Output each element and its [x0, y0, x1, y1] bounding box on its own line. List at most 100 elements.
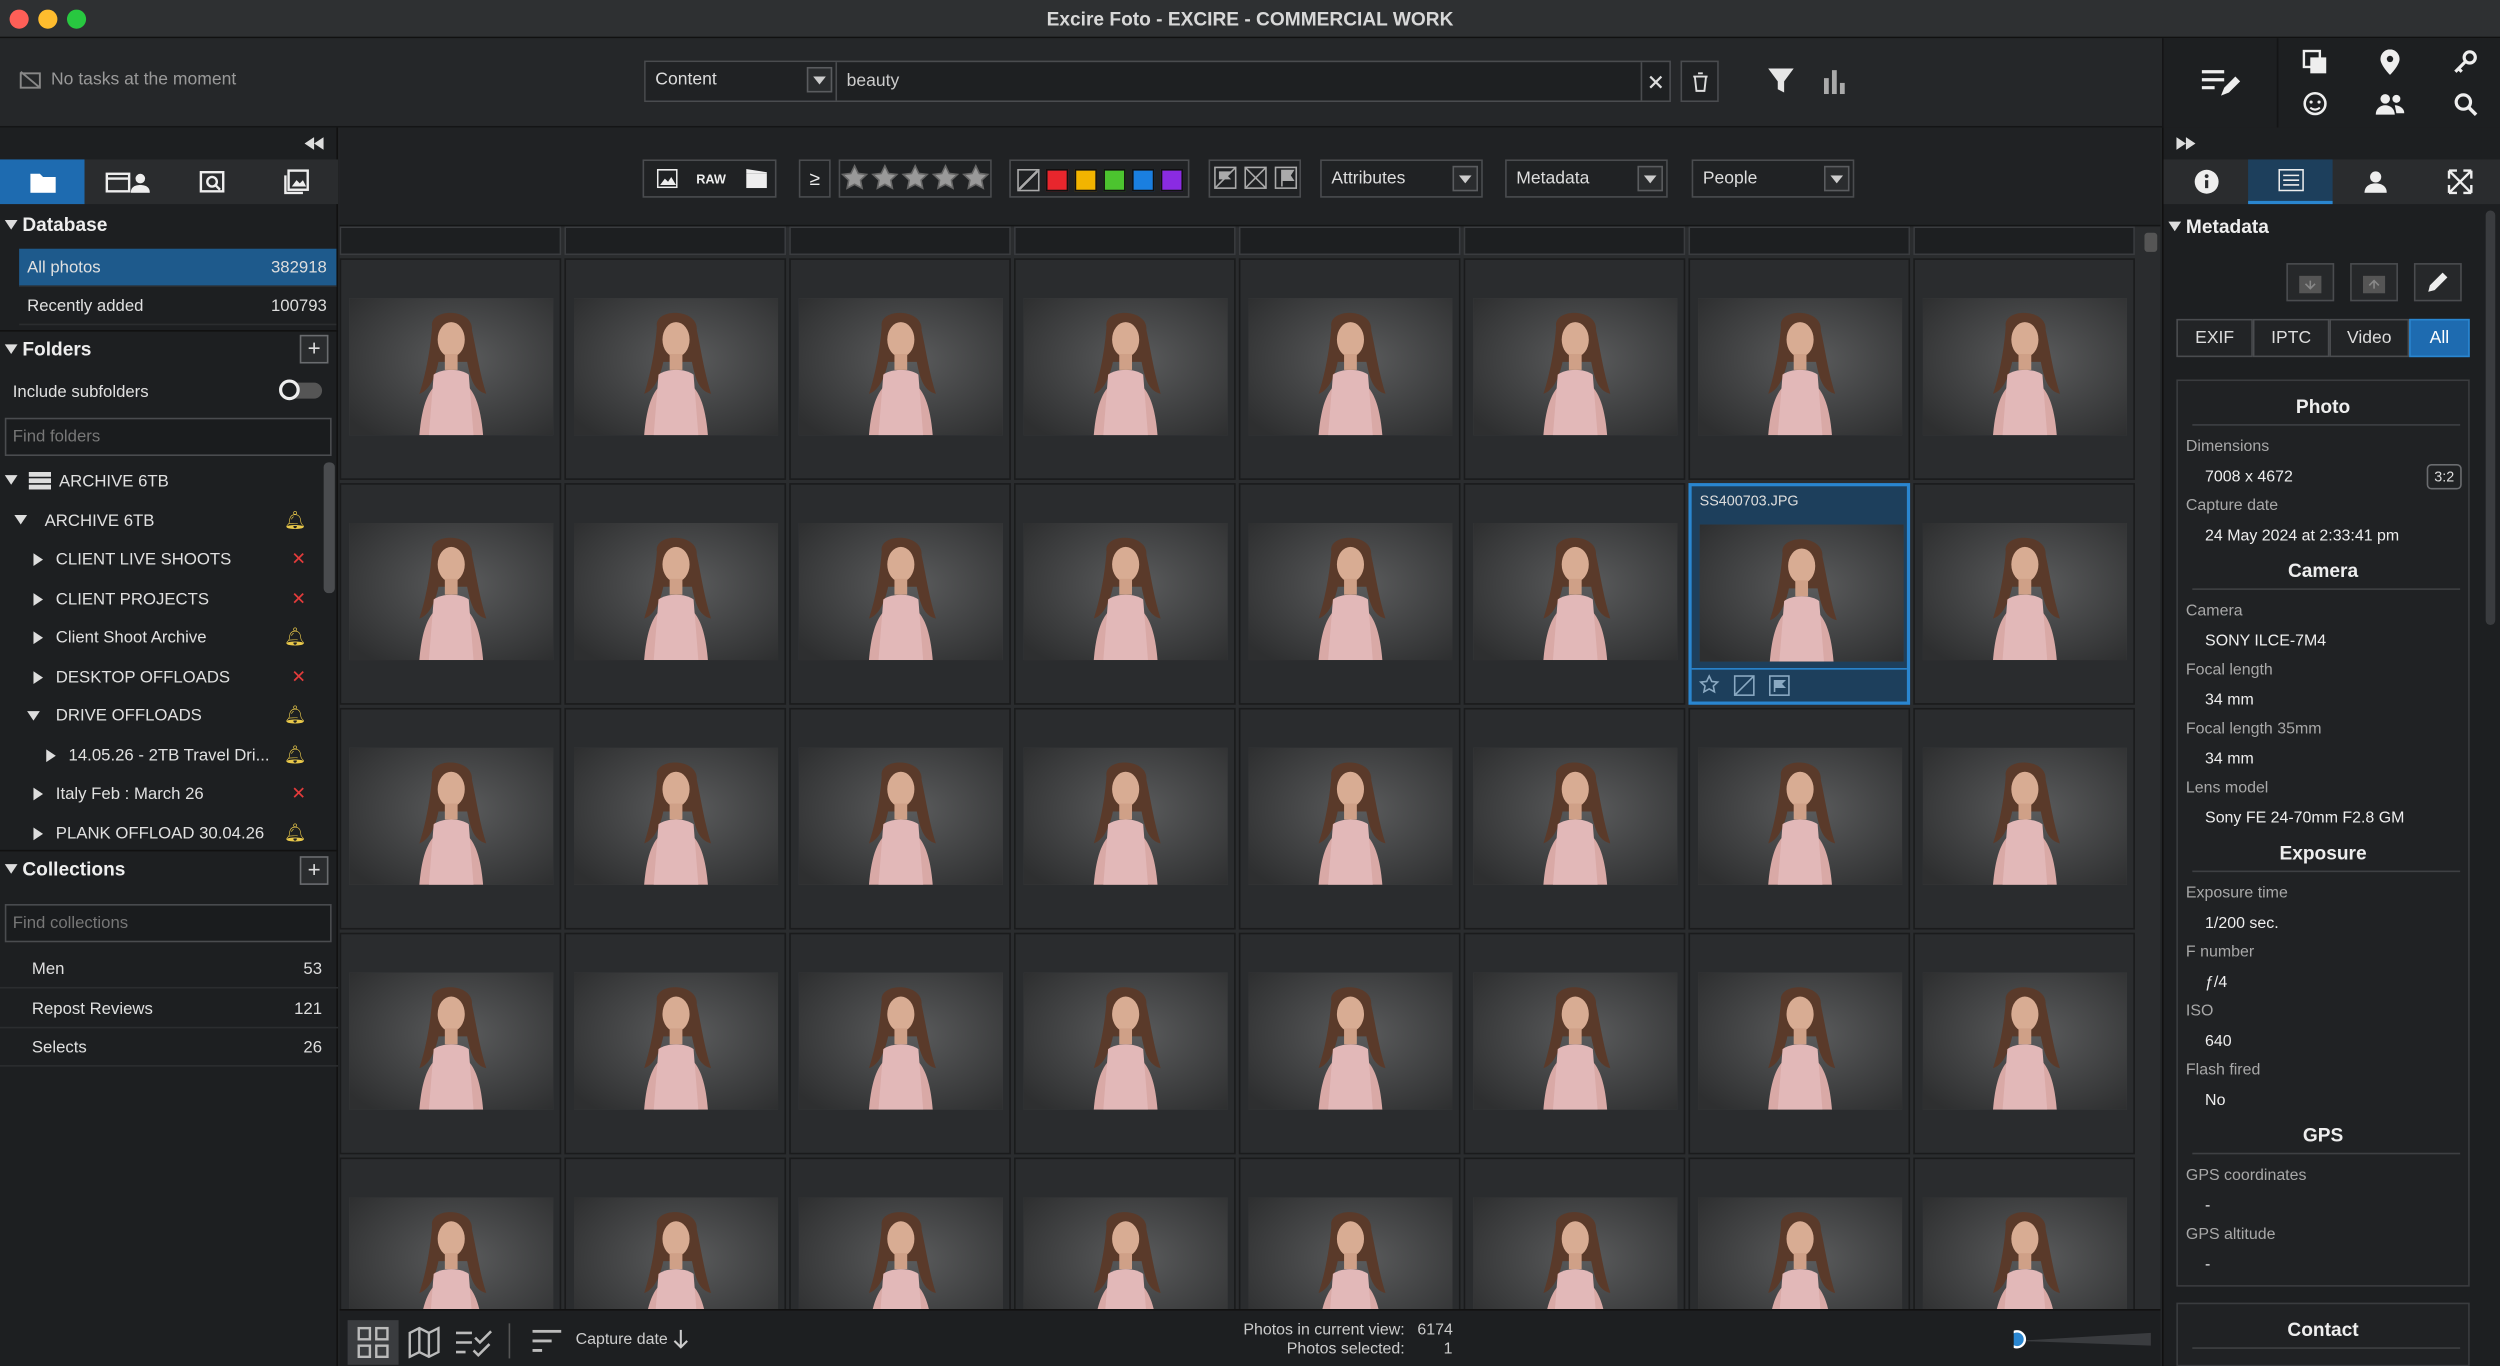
collection-item[interactable]: Selects 26: [0, 1028, 339, 1067]
tab-video[interactable]: Video: [2329, 318, 2410, 358]
search-mode-select[interactable]: Content: [645, 62, 838, 101]
photo-thumbnail[interactable]: [339, 258, 562, 480]
statistics-button[interactable]: [1818, 64, 1853, 99]
photo-thumbnail[interactable]: [1014, 932, 1236, 1155]
tab-calendar[interactable]: [85, 159, 170, 204]
tab-collections[interactable]: [254, 159, 339, 204]
photo-thumbnail[interactable]: [339, 932, 562, 1155]
location-button[interactable]: [2366, 45, 2414, 80]
collapse-right-button[interactable]: [2173, 132, 2199, 154]
find-collections-input[interactable]: Find collections: [4, 904, 332, 943]
photo-thumbnail[interactable]: [1913, 1157, 2135, 1310]
tab-folders[interactable]: [0, 159, 85, 205]
photo-filter-button[interactable]: [647, 164, 685, 193]
database-item-all-photos[interactable]: All photos 382918: [19, 248, 337, 287]
search-input[interactable]: beauty: [847, 72, 900, 91]
photo-thumbnail[interactable]: [1014, 258, 1236, 480]
sort-direction-button[interactable]: [671, 1328, 690, 1350]
tab-person[interactable]: [2333, 159, 2418, 204]
photo-thumbnail[interactable]: [339, 1157, 562, 1310]
photo-thumbnail[interactable]: [339, 707, 562, 930]
database-item-recently-added[interactable]: Recently added 100793: [19, 287, 337, 326]
photo-thumbnail[interactable]: [789, 707, 1011, 930]
edit-metadata-toggle[interactable]: [2164, 38, 2279, 128]
write-metadata-button[interactable]: [2350, 263, 2398, 302]
select-mode-button[interactable]: [451, 1320, 496, 1365]
green-label-button[interactable]: [1103, 169, 1126, 192]
photo-thumbnail[interactable]: [1463, 258, 1686, 480]
database-header[interactable]: Database: [0, 207, 338, 242]
folder-item[interactable]: PLANK OFFLOAD 30.04.26 🔔︎: [0, 815, 319, 845]
photo-thumbnail[interactable]: [1238, 258, 1461, 480]
folder-item[interactable]: 14.05.26 - 2TB Travel Dri... 🔔︎: [0, 737, 319, 775]
add-folder-button[interactable]: +: [299, 334, 329, 364]
metadata-scrollbar[interactable]: [2485, 210, 2496, 626]
grid-view-button[interactable]: [347, 1320, 399, 1365]
grid-scrollbar[interactable]: [2144, 232, 2158, 252]
photo-thumbnail[interactable]: [564, 932, 787, 1155]
folder-item[interactable]: Italy Feb : March 26 ✕: [0, 775, 319, 813]
photo-thumbnail[interactable]: [1688, 932, 1911, 1155]
star-rating-icons[interactable]: [840, 161, 993, 196]
photo-thumbnail[interactable]: [1238, 932, 1461, 1155]
people-button[interactable]: [2366, 86, 2414, 121]
collection-item[interactable]: Repost Reviews 121: [0, 990, 339, 1029]
map-view-button[interactable]: [403, 1320, 444, 1365]
thumbnail-size-slider[interactable]: [2013, 1327, 2154, 1353]
metadata-select[interactable]: Metadata: [1505, 159, 1668, 198]
photo-thumbnail[interactable]: [1238, 1157, 1461, 1310]
folder-item[interactable]: CLIENT PROJECTS ✕: [0, 580, 319, 618]
bell-icon[interactable]: 🔔︎: [284, 745, 306, 765]
people-select[interactable]: People: [1691, 159, 1855, 198]
attributes-select[interactable]: Attributes: [1320, 159, 1483, 198]
photo-thumbnail[interactable]: [1463, 483, 1686, 705]
search-button[interactable]: [2441, 86, 2489, 121]
sort-button[interactable]: [528, 1323, 566, 1358]
flag-icons[interactable]: [1210, 161, 1302, 196]
folders-header[interactable]: Folders: [0, 330, 339, 365]
filter-button[interactable]: [1763, 64, 1798, 99]
tab-exif[interactable]: EXIF: [2176, 318, 2253, 358]
face-search-button[interactable]: [2291, 86, 2339, 121]
photo-thumbnail[interactable]: [1913, 707, 2135, 930]
folder-item[interactable]: Client Shoot Archive 🔔︎: [0, 619, 319, 657]
purple-label-button[interactable]: [1160, 169, 1184, 192]
delete-search-button[interactable]: [1680, 60, 1719, 103]
include-subfolders-toggle[interactable]: [279, 379, 323, 401]
folder-item[interactable]: DRIVE OFFLOADS 🔔︎: [0, 697, 319, 735]
collapse-left-button[interactable]: [300, 132, 329, 154]
photo-thumbnail[interactable]: [1913, 258, 2135, 480]
photo-thumbnail[interactable]: [1463, 932, 1686, 1155]
photo-thumbnail[interactable]: [564, 1157, 787, 1310]
yellow-label-button[interactable]: [1074, 169, 1097, 192]
tab-metadata[interactable]: [2248, 159, 2333, 205]
raw-filter-button[interactable]: RAW: [689, 164, 734, 193]
photo-thumbnail[interactable]: [564, 258, 787, 480]
tab-smart-search[interactable]: [169, 159, 254, 204]
tab-all[interactable]: All: [2409, 318, 2470, 358]
duplicates-button[interactable]: [2291, 45, 2339, 80]
photo-thumbnail[interactable]: [564, 483, 787, 705]
tab-info[interactable]: [2164, 159, 2249, 204]
photo-thumbnail[interactable]: [1238, 707, 1461, 930]
photo-thumbnail[interactable]: [1688, 707, 1911, 930]
blue-label-button[interactable]: [1132, 169, 1155, 192]
photo-thumbnail[interactable]: [564, 707, 787, 930]
photo-thumbnail[interactable]: [1913, 932, 2135, 1155]
folder-drive[interactable]: ARCHIVE 6TB: [0, 462, 319, 500]
rating-compare-button[interactable]: ≥: [798, 159, 831, 198]
folder-item[interactable]: CLIENT LIVE SHOOTS ✕: [0, 541, 319, 579]
photo-thumbnail[interactable]: [339, 483, 562, 705]
red-label-button[interactable]: [1045, 169, 1069, 192]
clear-search-button[interactable]: [1640, 62, 1670, 101]
collections-header[interactable]: Collections: [0, 849, 339, 885]
sort-label[interactable]: Capture date: [576, 1331, 668, 1349]
photo-thumbnail[interactable]: [1688, 1157, 1911, 1310]
selected-thumbnail[interactable]: SS400703.JPG: [1688, 483, 1911, 705]
collection-item[interactable]: Men 53: [0, 950, 339, 989]
photo-thumbnail[interactable]: [1014, 707, 1236, 930]
metadata-header[interactable]: Metadata: [2164, 209, 2500, 244]
video-filter-button[interactable]: [737, 164, 775, 193]
photo-thumbnail[interactable]: [1688, 258, 1911, 480]
find-folders-input[interactable]: Find folders: [4, 417, 332, 456]
